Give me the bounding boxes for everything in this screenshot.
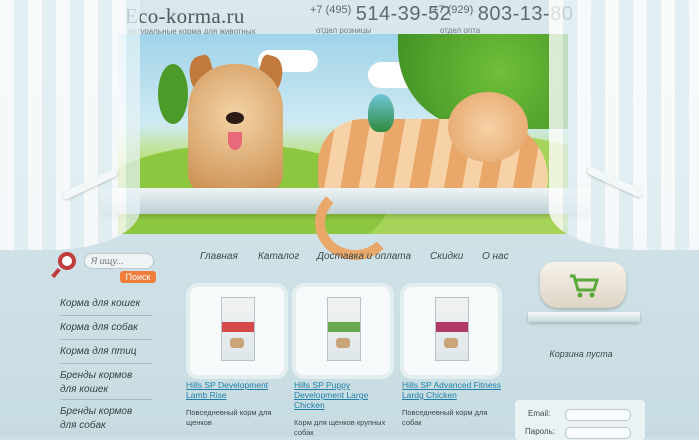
- product-title[interactable]: Hills SP Advanced Fitness Lardg Chicken: [402, 380, 502, 400]
- cart-status[interactable]: Корзина пуста: [531, 349, 631, 359]
- dog-tongue: [228, 132, 242, 150]
- product-image[interactable]: [221, 297, 255, 361]
- cat-head: [448, 92, 528, 162]
- email-label: Email:: [528, 409, 551, 418]
- nav-catalog[interactable]: Каталог: [258, 251, 299, 262]
- site-logo[interactable]: Eco-korma.ru: [125, 4, 245, 29]
- product-pet-photo: [444, 338, 458, 348]
- menu-divider: [60, 315, 152, 316]
- curtain-right: [549, 0, 699, 250]
- dog-nose: [226, 112, 244, 124]
- nav-delivery[interactable]: Доставка и оплата: [317, 251, 411, 262]
- search-button[interactable]: Поиск: [120, 271, 156, 283]
- product-title[interactable]: Hills SP Development Lamb Rise: [186, 380, 286, 400]
- product-description: Корм для щенков крупных собак: [294, 418, 386, 437]
- dog-illustration: [188, 64, 283, 194]
- cart-sack[interactable]: [540, 262, 626, 308]
- product-card[interactable]: [404, 287, 498, 375]
- phone-retail-code: +7 (495): [310, 4, 352, 16]
- menu-item-bird-food[interactable]: Корма для птиц: [60, 345, 150, 359]
- search-icon[interactable]: [58, 252, 76, 270]
- menu-item-cat-brands[interactable]: Бренды кормов для кошек: [60, 369, 150, 397]
- nav-discounts[interactable]: Скидки: [430, 251, 463, 262]
- tree: [158, 64, 188, 124]
- product-card[interactable]: [296, 287, 390, 375]
- product-image[interactable]: [435, 297, 469, 361]
- password-label: Пароль:: [525, 427, 555, 436]
- cart-shelf: [528, 312, 640, 322]
- password-field[interactable]: [565, 427, 631, 439]
- product-pet-photo: [230, 338, 244, 348]
- menu-item-dog-brands[interactable]: Бренды кормов для собак: [60, 405, 150, 433]
- phone-retail: +7 (495) 514-39-52: [310, 3, 451, 26]
- product-description: Повседневный корм для собак: [402, 408, 488, 427]
- nav-about[interactable]: О нас: [482, 251, 509, 262]
- parrot-illustration: [368, 94, 394, 132]
- product-title[interactable]: Hills SP Puppy Development Large Chicken: [294, 380, 394, 410]
- product-label-stripe: [328, 322, 360, 332]
- menu-divider: [60, 399, 152, 400]
- phone-wholesale-code: +7 (929): [432, 4, 474, 16]
- product-card[interactable]: [190, 287, 284, 375]
- search-input[interactable]: [84, 253, 154, 269]
- menu-divider: [60, 339, 152, 340]
- shopping-cart-icon: [570, 274, 600, 298]
- menu-divider: [60, 363, 152, 364]
- product-pet-photo: [336, 338, 350, 348]
- cat-tail: [315, 185, 395, 260]
- product-label-stripe: [436, 322, 468, 332]
- nav-home[interactable]: Главная: [200, 251, 238, 262]
- menu-item-dog-food[interactable]: Корма для собак: [60, 321, 150, 335]
- product-image[interactable]: [327, 297, 361, 361]
- product-label-stripe: [222, 322, 254, 332]
- email-field[interactable]: [565, 409, 631, 421]
- menu-item-cat-food[interactable]: Корма для кошек: [60, 297, 150, 311]
- product-description: Повседневный корм для щенков: [186, 408, 272, 427]
- curtain-left: [0, 0, 140, 250]
